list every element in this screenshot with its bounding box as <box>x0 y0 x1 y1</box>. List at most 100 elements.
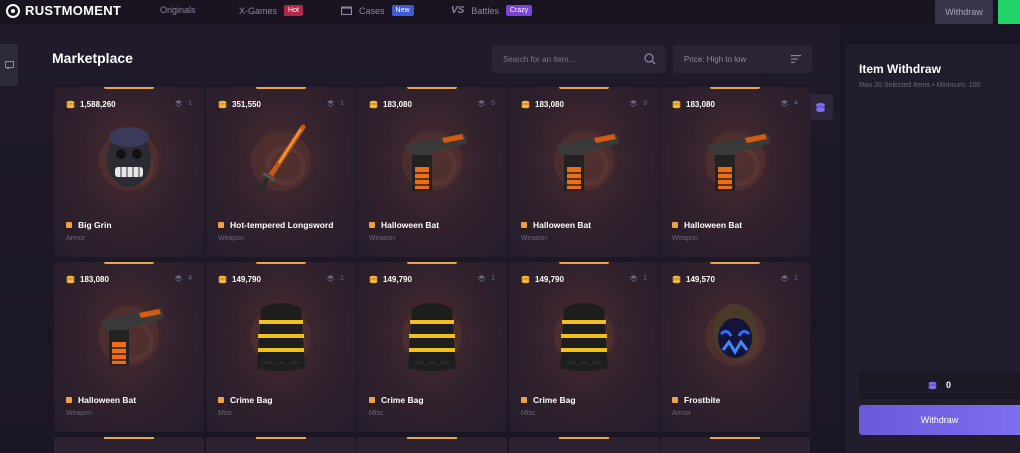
search-field[interactable] <box>492 45 666 73</box>
item-card-partial[interactable] <box>660 437 810 453</box>
sort-dropdown[interactable]: Price: High to low <box>673 45 812 73</box>
item-type: Armor <box>66 235 86 242</box>
item-price: 183,080 <box>66 275 109 284</box>
item-price: 149,790 <box>521 275 564 284</box>
item-type: Misc <box>218 410 233 417</box>
withdraw-total: 0 <box>859 371 1020 399</box>
stack-icon <box>630 275 638 282</box>
item-name: Halloween Bat <box>684 220 743 230</box>
search-input[interactable] <box>503 54 633 64</box>
item-type: Armor <box>672 410 692 417</box>
coin-icon <box>218 100 227 109</box>
item-price-value: 149,570 <box>686 275 715 284</box>
item-card[interactable]: 351,550 1 Hot-tempered Longsword Weapon <box>206 87 356 257</box>
withdraw-panel-title: Item Withdraw <box>859 62 941 76</box>
item-card-partial[interactable] <box>509 437 659 453</box>
item-price-value: 183,080 <box>535 100 564 109</box>
top-withdraw-button[interactable]: Withdraw <box>935 0 993 24</box>
item-name-row: Crime Bag <box>369 395 424 405</box>
stack-icon <box>781 100 789 107</box>
rarity-icon <box>218 222 224 228</box>
card-accent-line <box>407 262 457 264</box>
item-card-partial[interactable] <box>206 437 356 453</box>
stack-icon <box>175 100 183 107</box>
card-accent-line <box>104 87 154 89</box>
coin-icon <box>66 100 75 109</box>
page-title: Marketplace <box>52 50 133 66</box>
nav-cases[interactable]: Cases New <box>341 5 414 16</box>
item-name-row: Halloween Bat <box>66 395 136 405</box>
item-price: 149,570 <box>672 275 715 284</box>
chat-icon <box>4 60 14 69</box>
item-name: Halloween Bat <box>78 395 137 405</box>
coin-stack-icon <box>928 381 937 389</box>
deposit-button[interactable] <box>998 0 1020 24</box>
item-quantity-value: 4 <box>794 100 798 107</box>
item-quantity-value: 4 <box>188 275 192 282</box>
new-badge: New <box>391 5 414 16</box>
item-type: Weapon <box>218 235 244 242</box>
item-name: Halloween Bat <box>533 220 592 230</box>
item-type: Weapon <box>66 410 92 417</box>
hot-badge: Hot <box>284 5 303 16</box>
item-quantity: 5 <box>478 100 495 107</box>
item-card[interactable]: 149,790 1 Crime Bag Misc <box>357 262 507 432</box>
nav-x-games[interactable]: X-Games Hot <box>239 5 303 16</box>
search-icon[interactable] <box>644 53 656 65</box>
item-price: 183,080 <box>521 100 564 109</box>
item-card[interactable]: 149,570 1 Frostbite Armor <box>660 262 810 432</box>
rarity-icon <box>369 222 375 228</box>
logo-text: RUSTMOMENT <box>25 3 122 18</box>
nav-originals[interactable]: Originals <box>160 5 196 15</box>
item-card[interactable]: 1,588,260 1 Big Grin Armor <box>54 87 204 257</box>
item-price: 1,588,260 <box>66 100 116 109</box>
site-logo[interactable]: RUSTMOMENT <box>6 3 121 18</box>
item-card[interactable]: 183,080 4 Halloween Bat Weapon <box>54 262 204 432</box>
item-price-value: 149,790 <box>232 275 261 284</box>
rarity-icon <box>521 397 527 403</box>
coin-icon <box>521 275 530 284</box>
nav-battles[interactable]: VS Battles Crazy <box>451 5 533 16</box>
item-quantity: 3 <box>630 100 647 107</box>
coin-filter-button[interactable] <box>807 94 833 120</box>
item-quantity: 1 <box>781 275 798 282</box>
card-accent-line <box>559 262 609 264</box>
coin-icon <box>369 100 378 109</box>
item-quantity-value: 1 <box>643 275 647 282</box>
item-name: Halloween Bat <box>381 220 440 230</box>
item-quantity: 4 <box>175 275 192 282</box>
item-quantity: 1 <box>175 100 192 107</box>
stack-icon <box>781 275 789 282</box>
card-accent-line <box>710 262 760 264</box>
item-price-value: 183,080 <box>80 275 109 284</box>
item-card[interactable]: 183,080 5 Halloween Bat Weapon <box>357 87 507 257</box>
coin-icon <box>672 275 681 284</box>
coin-icon <box>672 100 681 109</box>
item-name-row: Halloween Bat <box>672 220 742 230</box>
chat-toggle-tab[interactable] <box>0 44 18 86</box>
item-card[interactable]: 183,080 4 Halloween Bat Weapon <box>660 87 810 257</box>
coin-icon <box>66 275 75 284</box>
withdraw-panel: Item Withdraw Max 20 Selected Items • Mi… <box>846 44 1020 453</box>
item-price: 149,790 <box>369 275 412 284</box>
item-quantity-value: 1 <box>340 275 344 282</box>
item-card-partial[interactable] <box>54 437 204 453</box>
stack-icon <box>630 100 638 107</box>
item-type: Misc <box>369 410 384 417</box>
item-card-partial[interactable] <box>357 437 507 453</box>
logo-icon <box>6 3 20 18</box>
item-name: Big Grin <box>78 220 112 230</box>
item-card[interactable]: 149,790 1 Crime Bag Misc <box>206 262 356 432</box>
nav-cases-label: Cases <box>359 5 385 16</box>
withdraw-button[interactable]: Withdraw <box>859 405 1020 435</box>
item-card[interactable]: 149,790 1 Crime Bag Misc <box>509 262 659 432</box>
item-name: Crime Bag <box>381 395 424 405</box>
item-name: Frostbite <box>684 395 721 405</box>
item-name-row: Frostbite <box>672 395 720 405</box>
item-price-value: 149,790 <box>535 275 564 284</box>
card-accent-line <box>710 87 760 89</box>
item-name-row: Crime Bag <box>218 395 273 405</box>
item-price-value: 183,080 <box>686 100 715 109</box>
coin-stack-icon <box>815 102 825 112</box>
item-card[interactable]: 183,080 3 Halloween Bat Weapon <box>509 87 659 257</box>
